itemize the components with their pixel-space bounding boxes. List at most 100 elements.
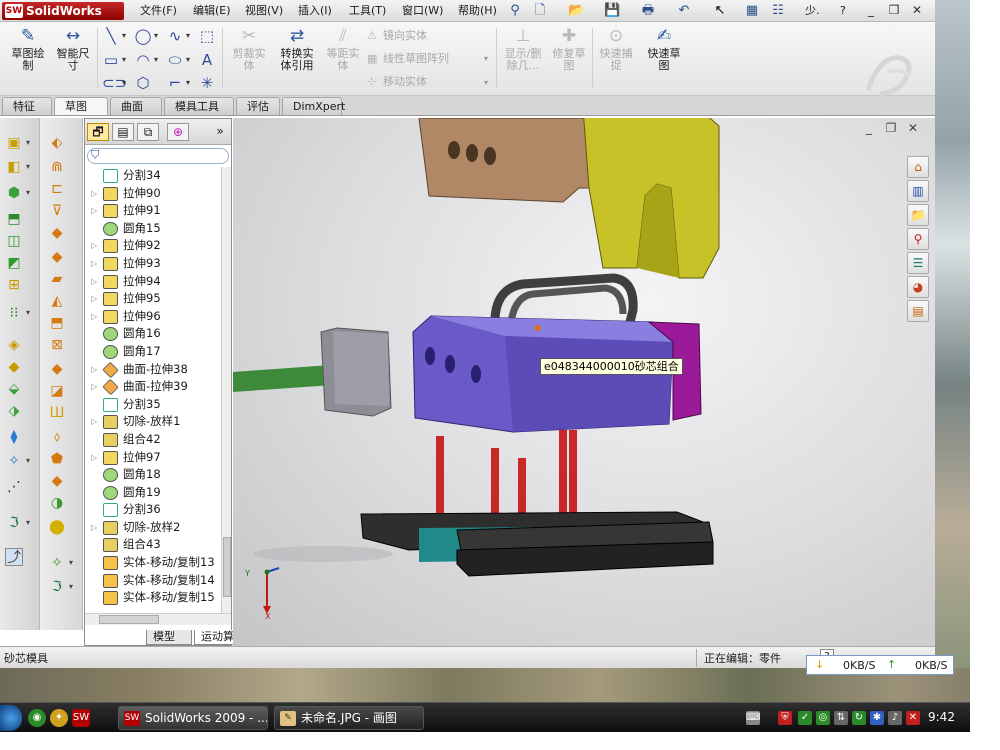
rapid-sketch-button[interactable]: ✍ 快速草 图 xyxy=(642,26,686,72)
chevron-down-icon[interactable]: ▾ xyxy=(26,304,34,322)
select-pointer-icon[interactable]: ↖ xyxy=(712,3,728,19)
arc-icon[interactable]: ◠ xyxy=(134,51,152,69)
expand-arrow-icon[interactable]: ▷ xyxy=(91,449,99,467)
chevron-down-icon[interactable]: ▾ xyxy=(26,452,34,470)
feature-tree-item[interactable]: ▷ 曲面-拉伸39 xyxy=(85,378,221,396)
chevron-down-icon[interactable]: ▾ xyxy=(186,27,194,45)
minimize-button[interactable]: _ xyxy=(862,2,880,19)
close-button[interactable]: ✕ xyxy=(908,2,926,19)
delete-hole-icon[interactable]: ◆ xyxy=(48,472,66,490)
open-folder-icon[interactable]: 📂 xyxy=(568,3,584,19)
wrap-icon[interactable]: ⊞ xyxy=(5,276,23,294)
revolve-icon[interactable]: ◧ xyxy=(5,158,23,176)
fill-surface-icon[interactable]: ◆ xyxy=(48,248,66,266)
taskbar-solidworks[interactable]: SW SolidWorks 2009 - ... xyxy=(118,706,268,730)
chevron-down-icon[interactable]: ▾ xyxy=(484,74,492,92)
feature-tree-item[interactable]: 圆角19 xyxy=(85,484,221,502)
move-copy-icon[interactable]: ⬗ xyxy=(5,402,23,420)
expand-arrow-icon[interactable]: ▷ xyxy=(91,202,99,220)
ellipse-icon[interactable]: ⬭ xyxy=(166,51,184,69)
chevron-down-icon[interactable]: ▾ xyxy=(69,578,77,596)
tray-alert-icon[interactable]: ✕ xyxy=(906,711,920,725)
feature-tree-item[interactable]: 圆角16 xyxy=(85,325,221,343)
feature-tree-item[interactable]: 实体-移动/复制15 xyxy=(85,589,221,607)
sketch-button[interactable]: ✎ 草图绘 制 xyxy=(6,26,50,72)
feature-tree-hscroll[interactable] xyxy=(85,613,231,625)
reference-plane-icon[interactable]: ⧫ xyxy=(5,428,23,446)
loft-icon[interactable]: ⬒ xyxy=(5,210,23,228)
lofted-surface-icon[interactable]: ⊽ xyxy=(48,202,66,220)
tab-mold-tools[interactable]: 模具工具 xyxy=(164,97,234,115)
tray-volume-icon[interactable]: ♪ xyxy=(888,711,902,725)
graphics-area[interactable]: ⚲ ⚲ ⟲ ▥ ⬗ ◉ ◐ ◕ ▣ _ ❐ ✕ xyxy=(233,118,935,646)
scroll-thumb[interactable] xyxy=(223,537,231,597)
feature-tree-item[interactable]: 圆角15 xyxy=(85,220,221,238)
swept-surface-icon[interactable]: ⊏ xyxy=(48,180,66,198)
pin-icon[interactable]: ⚲ xyxy=(507,3,523,19)
trim-surface-icon[interactable]: ◆ xyxy=(48,360,66,378)
menu-insert[interactable]: 插入(I) xyxy=(296,3,334,19)
split-icon[interactable]: ◆ xyxy=(5,358,23,376)
chevron-down-icon[interactable]: ▾ xyxy=(484,50,492,68)
instant3d-icon[interactable]: ⤴ xyxy=(5,548,23,566)
knit-surface-icon[interactable]: Ш xyxy=(48,404,66,422)
tray-antivirus-icon[interactable]: ◎ xyxy=(816,711,830,725)
offset-surface-icon[interactable]: ◭ xyxy=(48,292,66,310)
polygon-icon[interactable]: ⬡ xyxy=(134,74,152,92)
feature-tree-item[interactable]: ▷ 拉伸92 xyxy=(85,237,221,255)
boundary-surface-icon[interactable]: ◆ xyxy=(48,224,66,242)
feature-tree-item[interactable]: ▷ 拉伸91 xyxy=(85,202,221,220)
new-document-icon[interactable]: 🗋 xyxy=(532,3,548,19)
thicken-icon[interactable]: ⬤ xyxy=(48,518,66,536)
expand-arrow-icon[interactable]: ▷ xyxy=(91,519,99,537)
appearances-icon[interactable]: ◕ xyxy=(907,276,929,298)
tab-dimxpert[interactable]: DimXpert xyxy=(282,97,345,115)
feature-tree-item[interactable]: 分割35 xyxy=(85,396,221,414)
draft-icon[interactable]: ◩ xyxy=(5,254,23,272)
tray-update-icon[interactable]: ↻ xyxy=(852,711,866,725)
feature-tree-item[interactable]: ▷ 曲面-拉伸38 xyxy=(85,361,221,379)
smart-dimension-button[interactable]: ↔ 智能尺 寸 xyxy=(51,26,95,72)
mid-surface-icon[interactable]: ✧ xyxy=(48,554,66,572)
chevron-down-icon[interactable]: ▾ xyxy=(26,514,34,532)
ruled-surface-icon[interactable]: ⬒ xyxy=(48,314,66,332)
menu-help[interactable]: 帮助(H) xyxy=(456,3,499,19)
cut-with-surface-icon[interactable]: ◑ xyxy=(48,494,66,512)
more-tabs-icon[interactable]: » xyxy=(209,123,231,141)
feature-tree-item[interactable]: ▷ 拉伸94 xyxy=(85,273,221,291)
rebuild-icon[interactable]: ▦ xyxy=(744,3,760,19)
feature-tree-item[interactable]: 组合43 xyxy=(85,536,221,554)
helix-icon[interactable]: ℑ xyxy=(5,514,23,532)
extend-surface-icon[interactable]: ⊠ xyxy=(48,336,66,354)
menubar-extra-label[interactable]: 少. xyxy=(803,3,822,19)
model-3d-view[interactable] xyxy=(233,118,935,646)
tab-surfaces[interactable]: 曲面 xyxy=(110,97,162,115)
linear-pattern-icon[interactable]: ⁝⁝ xyxy=(5,304,23,322)
expand-arrow-icon[interactable]: ▷ xyxy=(91,273,99,291)
feature-tree-item[interactable]: 圆角18 xyxy=(85,466,221,484)
chevron-down-icon[interactable]: ▾ xyxy=(26,158,34,176)
feature-tree-item[interactable]: 实体-移动/复制13 xyxy=(85,554,221,572)
move-entities-button[interactable]: ⊹ 移动实体 xyxy=(367,74,427,90)
tray-keyboard-icon[interactable]: ⌨ xyxy=(746,711,760,725)
feature-tree-vscroll[interactable] xyxy=(221,167,231,617)
line-icon[interactable]: ╲ xyxy=(102,27,120,45)
chevron-down-icon[interactable]: ▾ xyxy=(122,27,130,45)
feature-tree-item[interactable]: 组合42 xyxy=(85,431,221,449)
feature-filter[interactable]: ⛉ xyxy=(87,148,229,164)
options-icon[interactable]: ☷ xyxy=(770,3,786,19)
feature-tree-item[interactable]: ▷ 切除-放样1 xyxy=(85,413,221,431)
shell-icon[interactable]: ◫ xyxy=(5,232,23,250)
feature-tree-item[interactable]: 分割36 xyxy=(85,501,221,519)
delete-face-icon[interactable]: ⬨ xyxy=(48,428,66,446)
combine-icon[interactable]: ◈ xyxy=(5,336,23,354)
curves-icon[interactable]: ⋰ xyxy=(5,478,23,496)
tab-model[interactable]: 模型 xyxy=(146,630,192,645)
expand-arrow-icon[interactable]: ▷ xyxy=(91,413,99,431)
search-icon[interactable]: ⚲ xyxy=(907,228,929,250)
tray-bluetooth-icon[interactable]: ✱ xyxy=(870,711,884,725)
feature-tree-item[interactable]: ▷ 拉伸96 xyxy=(85,308,221,326)
slot-icon[interactable]: ⊂⊃ xyxy=(102,74,127,92)
untrim-surface-icon[interactable]: ◪ xyxy=(48,382,66,400)
linear-pattern-button[interactable]: ▦ 线性草图阵列 xyxy=(367,51,449,67)
